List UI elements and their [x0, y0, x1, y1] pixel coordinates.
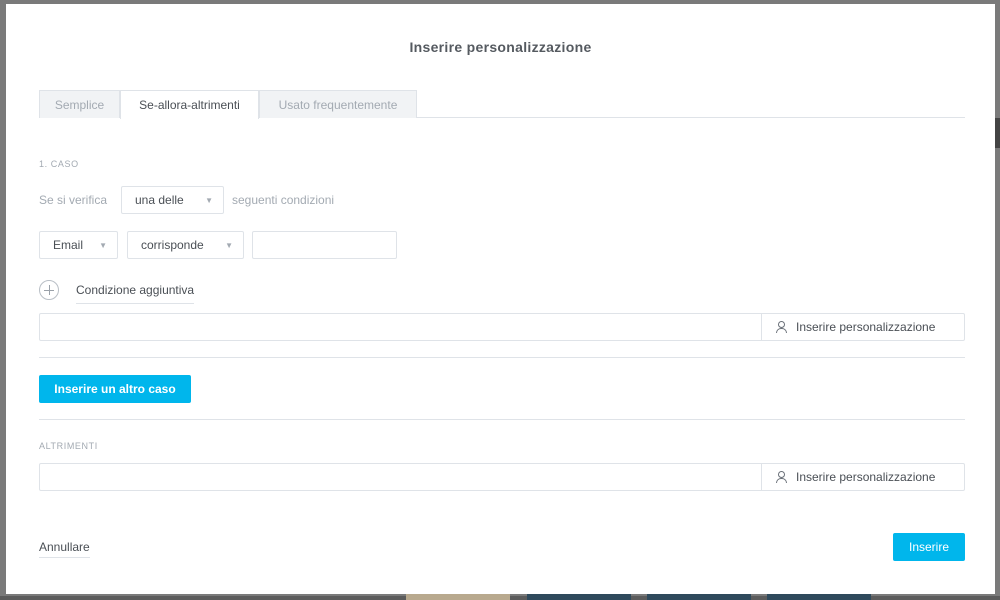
- add-condition-link[interactable]: Condizione aggiuntiva: [76, 283, 195, 304]
- case-personalize-button[interactable]: Inserire personalizzazione: [761, 314, 964, 340]
- condition-operator-select[interactable]: corrisponde ▼: [127, 231, 244, 259]
- else-personalize-label: Inserire personalizzazione: [796, 470, 936, 484]
- chevron-down-icon: ▼: [225, 241, 233, 250]
- person-icon: [775, 321, 787, 333]
- condition-field-select[interactable]: Email ▼: [39, 231, 118, 259]
- else-heading: ALTRIMENTI: [39, 441, 98, 451]
- quantifier-value: una delle: [135, 193, 184, 207]
- tab-frequently-used[interactable]: Usato frequentemente: [259, 90, 417, 118]
- section-divider: [39, 419, 965, 420]
- case-result-field: Inserire personalizzazione: [39, 313, 965, 341]
- background-tile: [767, 594, 871, 600]
- personalization-dialog: Inserire personalizzazione Semplice Se-a…: [6, 4, 995, 594]
- case-personalize-label: Inserire personalizzazione: [796, 320, 936, 334]
- condition-prefix-label: Se si verifica: [39, 193, 108, 207]
- else-personalize-button[interactable]: Inserire personalizzazione: [761, 464, 964, 490]
- case-result-input[interactable]: [40, 314, 762, 340]
- cancel-link[interactable]: Annullare: [39, 540, 90, 558]
- add-case-button[interactable]: Inserire un altro caso: [39, 375, 191, 403]
- condition-suffix-label: seguenti condizioni: [232, 193, 335, 207]
- tab-simple[interactable]: Semplice: [39, 90, 120, 118]
- case-heading: 1. CASO: [39, 159, 79, 169]
- quantifier-select[interactable]: una delle ▼: [121, 186, 224, 214]
- tab-bar: Semplice Se-allora-altrimenti Usato freq…: [39, 90, 965, 119]
- else-result-input[interactable]: [40, 464, 762, 490]
- condition-value-input[interactable]: [252, 231, 397, 259]
- chevron-down-icon: ▼: [205, 196, 213, 205]
- tab-if-then-else[interactable]: Se-allora-altrimenti: [120, 90, 259, 119]
- chevron-down-icon: ▼: [99, 241, 107, 250]
- plus-circle-icon[interactable]: [39, 280, 59, 300]
- else-result-field: Inserire personalizzazione: [39, 463, 965, 491]
- background-tile: [406, 594, 510, 600]
- insert-button[interactable]: Inserire: [893, 533, 965, 561]
- background-scroll-edge: [995, 118, 1000, 148]
- condition-operator-value: corrisponde: [141, 238, 204, 252]
- background-tile: [647, 594, 751, 600]
- section-divider: [39, 357, 965, 358]
- dialog-title: Inserire personalizzazione: [409, 39, 592, 55]
- person-icon: [775, 471, 787, 483]
- background-tile: [527, 594, 631, 600]
- condition-field-value: Email: [53, 238, 84, 252]
